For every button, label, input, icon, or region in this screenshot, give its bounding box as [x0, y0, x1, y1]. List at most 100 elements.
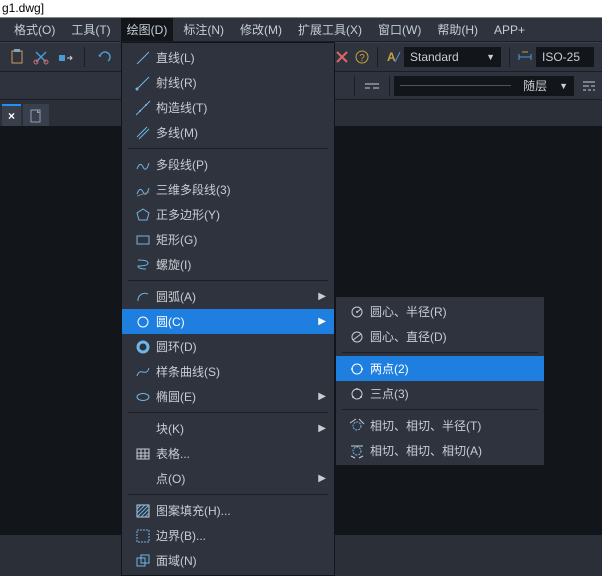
linetype-manager-icon[interactable] [580, 77, 598, 95]
help-icon[interactable]: ? [353, 48, 371, 66]
rect-icon [130, 232, 156, 248]
donut-icon [130, 339, 156, 355]
xline-icon [130, 100, 156, 116]
undo-icon[interactable] [95, 48, 113, 66]
circle-item-c-cd[interactable]: 圆心、直径(D) [336, 324, 544, 349]
menu-item-label: 椭圆(E) [156, 388, 314, 405]
draw-item-xline[interactable]: 构造线(T) [122, 95, 334, 120]
draw-item-ellipse[interactable]: 椭圆(E)▶ [122, 384, 334, 409]
draw-item-helix[interactable]: 螺旋(I) [122, 252, 334, 277]
draw-item-arc[interactable]: 圆弧(A)▶ [122, 284, 334, 309]
circle-submenu: 圆心、半径(R) 圆心、直径(D) 两点(2)三点(3) 相切、相切、半径(T)相切、… [335, 296, 545, 466]
menu-m[interactable]: 修改(M) [234, 18, 288, 41]
menu-item-label: 圆心、直径(D) [370, 328, 536, 345]
draw-item-polygon[interactable]: 正多边形(Y) [122, 202, 334, 227]
draw-item-point[interactable]: 点(O)▶ [122, 466, 334, 491]
close-x-icon[interactable] [333, 48, 351, 66]
layer-color-combo[interactable]: 随层 ▼ [394, 76, 574, 96]
tab-close-icon[interactable]: × [8, 109, 15, 123]
menu-item-label: 圆环(D) [156, 338, 326, 355]
menu-item-label: 三维多段线(3) [156, 181, 326, 198]
circle-item-c-ttr[interactable]: 相切、相切、半径(T) [336, 413, 544, 438]
circle-item-c-ttt[interactable]: 相切、相切、相切(A) [336, 438, 544, 463]
document-tab-new[interactable] [23, 104, 49, 126]
draw-item-line[interactable]: 直线(L) [122, 45, 334, 70]
match-icon[interactable] [56, 48, 74, 66]
menu-item-label: 样条曲线(S) [156, 363, 326, 380]
circle-icon [130, 314, 156, 330]
menu-item-label: 螺旋(I) [156, 256, 326, 273]
boundary-icon [130, 528, 156, 544]
draw-item-circle[interactable]: 圆(C)▶ [122, 309, 334, 334]
menu-item-label: 表格... [156, 445, 326, 462]
menu-app[interactable]: APP+ [488, 20, 531, 40]
document-tab[interactable]: × [2, 104, 21, 126]
layer-line-preview [400, 85, 511, 86]
chevron-down-icon: ▼ [559, 81, 568, 91]
submenu-arrow-icon: ▶ [314, 316, 326, 327]
draw-item-boundary[interactable]: 边界(B)... [122, 523, 334, 548]
draw-item-pline[interactable]: 多段线(P) [122, 152, 334, 177]
c-ttr-icon [344, 418, 370, 434]
menu-separator [128, 412, 328, 413]
polygon-icon [130, 207, 156, 223]
circle-item-c-3p[interactable]: 三点(3) [336, 381, 544, 406]
menu-d[interactable]: 绘图(D) [121, 18, 174, 41]
ray-icon [130, 75, 156, 91]
arc-icon [130, 289, 156, 305]
menu-separator [128, 280, 328, 281]
menu-separator [342, 352, 538, 353]
menu-t[interactable]: 工具(T) [65, 18, 116, 41]
separator [377, 47, 378, 67]
c-cr-icon [344, 304, 370, 320]
menu-item-label: 圆(C) [156, 313, 314, 330]
ellipse-icon [130, 389, 156, 405]
linetype-icon[interactable] [363, 77, 381, 95]
draw-item-rect[interactable]: 矩形(G) [122, 227, 334, 252]
menu-w[interactable]: 窗口(W) [372, 18, 427, 41]
draw-item-mline[interactable]: 多线(M) [122, 120, 334, 145]
cut-icon[interactable] [32, 48, 50, 66]
circle-item-c-2p[interactable]: 两点(2) [336, 356, 544, 381]
menu-item-label: 射线(R) [156, 74, 326, 91]
draw-item-table[interactable]: 表格... [122, 441, 334, 466]
draw-item-hatch[interactable]: 图案填充(H)... [122, 498, 334, 523]
menu-n[interactable]: 标注(N) [177, 18, 230, 41]
draw-item-donut[interactable]: 圆环(D) [122, 334, 334, 359]
menu-item-label: 直线(L) [156, 49, 326, 66]
dimstyle-icon[interactable] [516, 48, 534, 66]
circle-item-c-cr[interactable]: 圆心、半径(R) [336, 299, 544, 324]
c-cd-icon [344, 329, 370, 345]
menu-item-label: 多段线(P) [156, 156, 326, 173]
dimstyle-label: ISO-25 [542, 50, 580, 64]
submenu-arrow-icon: ▶ [314, 291, 326, 302]
draw-item-ray[interactable]: 射线(R) [122, 70, 334, 95]
c-3p-icon [344, 386, 370, 402]
menu-item-label: 矩形(G) [156, 231, 326, 248]
svg-text:?: ? [359, 53, 365, 64]
menu-separator [128, 494, 328, 495]
menu-separator [128, 148, 328, 149]
menu-item-label: 图案填充(H)... [156, 502, 326, 519]
paste-icon[interactable] [8, 48, 26, 66]
mline-icon [130, 125, 156, 141]
draw-item-region[interactable]: 面域(N) [122, 548, 334, 573]
pline-icon [130, 157, 156, 173]
draw-item-spline[interactable]: 样条曲线(S) [122, 359, 334, 384]
c-ttt-icon [344, 443, 370, 459]
draw-item-pline3d[interactable]: 三维多段线(3) [122, 177, 334, 202]
menu-x[interactable]: 扩展工具(X) [292, 18, 368, 41]
menu-item-label: 面域(N) [156, 552, 326, 569]
textstyle-icon[interactable]: A [384, 48, 402, 66]
separator [389, 76, 390, 96]
textstyle-combo[interactable]: Standard ▼ [404, 47, 501, 67]
menu-o[interactable]: 格式(O) [8, 18, 61, 41]
draw-item-block[interactable]: 块(K)▶ [122, 416, 334, 441]
chevron-down-icon: ▼ [486, 52, 495, 62]
dimstyle-combo[interactable]: ISO-25 [536, 47, 594, 67]
separator [509, 47, 510, 67]
menu-h[interactable]: 帮助(H) [431, 18, 484, 41]
submenu-arrow-icon: ▶ [314, 423, 326, 434]
separator [354, 76, 355, 96]
menu-item-label: 正多边形(Y) [156, 206, 326, 223]
